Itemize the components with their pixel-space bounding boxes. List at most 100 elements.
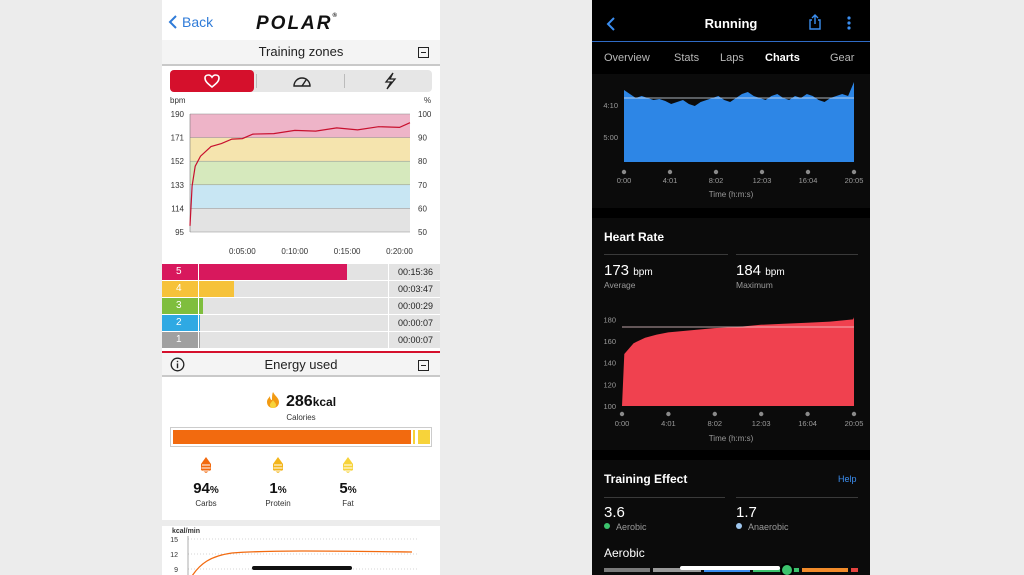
tab-overview[interactable]: Overview <box>604 52 650 64</box>
tab-charts[interactable]: Charts <box>765 52 800 64</box>
macro-value: 1% <box>269 480 287 497</box>
calories-value: 286 <box>286 393 313 410</box>
zone-row-3: 3 00:00:29 <box>162 298 440 314</box>
zone-row-2: 2 00:00:07 <box>162 315 440 331</box>
hr-x-tick: 12:03 <box>752 419 771 428</box>
hr-max-unit: bpm <box>765 267 785 278</box>
y2-tick-label: 100 <box>418 110 432 119</box>
aerobic-label: Aerobic <box>616 522 647 532</box>
y-tick-label: 171 <box>171 134 185 143</box>
speed-tab[interactable] <box>260 70 344 92</box>
chart-units-left: bpm <box>170 96 186 105</box>
hr-average-unit: bpm <box>633 267 653 278</box>
training-effect-title: Training Effect <box>604 472 688 486</box>
hr-x-tick: 20:05 <box>845 419 864 428</box>
zone-time: 00:00:07 <box>398 318 434 328</box>
hr-x-tick: 4:01 <box>661 419 676 428</box>
chart-mode-segmented-control <box>170 70 432 92</box>
hr-max-value: 184 <box>736 262 762 279</box>
zone-row-5: 5 00:15:36 <box>162 264 440 280</box>
hr-average-row: 173 bpm <box>604 262 653 279</box>
y2-tick-label: 80 <box>418 157 427 166</box>
hr-x-dot <box>805 411 810 417</box>
energy-used-title: Energy used <box>264 357 338 372</box>
hr-y-tick: 160 <box>603 337 616 346</box>
zone-number: 2 <box>162 315 198 331</box>
hr-x-tick: 0:00 <box>615 419 630 428</box>
share-icon[interactable] <box>808 14 822 30</box>
more-icon[interactable] <box>846 15 852 31</box>
y2-tick-label: 70 <box>418 181 427 190</box>
y-tick-label: 133 <box>171 181 185 190</box>
heart-rate-area <box>622 317 854 406</box>
zone-bar <box>198 298 203 314</box>
macro-flame-icon <box>201 457 211 473</box>
macro-protein: 1% Protein <box>248 456 308 508</box>
pace-y-tick: 5:00 <box>603 133 618 142</box>
heart-rate-title: Heart Rate <box>604 230 665 244</box>
zone-time: 00:03:47 <box>398 284 434 294</box>
y2-tick-label: 50 <box>418 228 427 237</box>
pace-y-tick: 4:10 <box>603 101 618 110</box>
chart-units-right: % <box>424 96 432 105</box>
y2-tick-label: 90 <box>418 134 427 143</box>
zone-time: 00:15:36 <box>398 267 434 277</box>
kcal-chart-label: kcal/min <box>172 528 201 535</box>
pace-chart: 4:10 5:00 0:00 4:01 8:02 12:03 16:04 20:05 <box>603 82 863 184</box>
aerobic-marker <box>780 563 794 575</box>
expand-icon[interactable] <box>418 360 429 371</box>
expand-icon[interactable] <box>418 47 429 58</box>
info-icon[interactable] <box>170 357 185 372</box>
macro-label: Fat <box>342 499 354 508</box>
pace-x-dot <box>621 169 627 175</box>
pace-x-tick: 12:03 <box>753 176 772 184</box>
lightning-icon <box>384 72 397 90</box>
tab-laps[interactable]: Laps <box>720 52 744 64</box>
pace-area <box>624 82 854 162</box>
polar-heart-rate-chart: 95 50 114 60 133 70 152 80 171 90 190 100 0:05:00 0:1… <box>171 110 432 256</box>
hr-max-label: Maximum <box>736 280 773 290</box>
pace-x-dot <box>759 169 765 175</box>
aerobic-dot <box>604 523 610 529</box>
garmin-header: Running <box>592 0 870 42</box>
activity-title: Running <box>704 16 758 31</box>
tab-stats[interactable]: Stats <box>674 52 699 64</box>
power-tab[interactable] <box>348 70 432 92</box>
hr-x-dot <box>619 411 625 417</box>
y-tick-label: 190 <box>171 110 185 119</box>
zone-bar <box>198 315 200 331</box>
flame-icon <box>267 392 279 408</box>
zone-number: 5 <box>162 264 198 280</box>
kcal-y-tick: 9 <box>174 567 178 574</box>
hr-average-label: Average <box>604 280 636 290</box>
zone-row-4: 4 00:03:47 <box>162 281 440 297</box>
pace-x-tick: 16:04 <box>799 176 818 184</box>
zone-number: 4 <box>162 281 198 297</box>
anaerobic-dot <box>736 523 742 529</box>
hr-max-row: 184 bpm <box>736 262 785 279</box>
help-link[interactable]: Help <box>838 474 857 484</box>
heart-icon <box>204 74 220 89</box>
fat-bar <box>418 430 430 444</box>
x-tick-label: 0:10:00 <box>281 247 308 256</box>
zone-time: 00:00:07 <box>398 335 434 345</box>
back-button[interactable]: Back <box>168 14 213 30</box>
pace-x-dot <box>713 169 719 175</box>
training-zones-header: Training zones <box>162 40 440 66</box>
protein-bar <box>413 430 415 444</box>
chevron-left-icon <box>168 15 177 29</box>
zone-band-2 <box>190 184 410 209</box>
zone-band-1 <box>190 208 410 232</box>
y-tick-label: 114 <box>171 204 184 213</box>
hr-x-dot <box>851 411 857 417</box>
heart-rate-tab[interactable] <box>170 70 254 92</box>
macro-value: 5% <box>339 480 357 497</box>
hr-y-tick: 180 <box>603 315 616 324</box>
zone-number: 3 <box>162 298 198 314</box>
zone-bar <box>198 281 234 297</box>
x-tick-label: 0:05:00 <box>229 247 256 256</box>
energy-split-bar <box>170 427 432 447</box>
tab-gear[interactable]: Gear <box>830 52 854 64</box>
polar-top-bar: Back POLAR® <box>162 0 440 40</box>
pace-x-dot <box>851 169 857 175</box>
